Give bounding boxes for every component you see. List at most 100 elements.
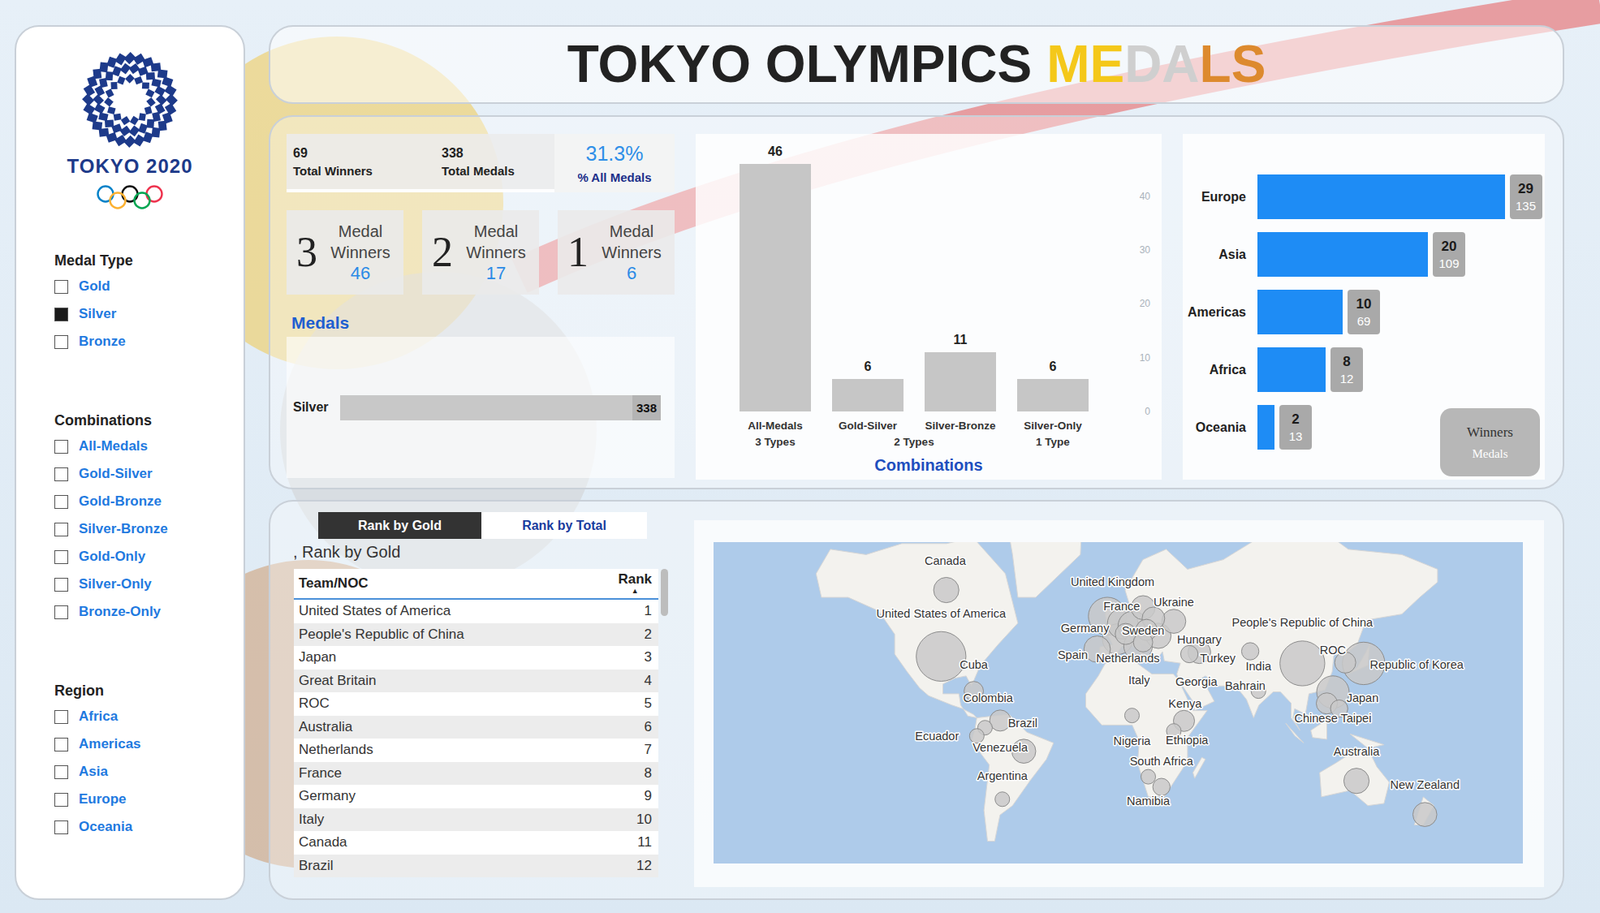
checkbox[interactable] [54,335,69,350]
winner-text: Medal Winners46 [320,220,401,285]
map-bubble[interactable] [1241,642,1259,660]
map-label: ROC [1319,643,1346,657]
region-bar[interactable] [1257,405,1275,450]
scrollbar[interactable] [660,569,670,876]
option-label: Africa [78,708,118,725]
map-bubble[interactable] [1412,802,1437,828]
checkbox[interactable] [54,522,69,537]
region-bar[interactable] [1257,232,1428,277]
combination-bar[interactable] [832,379,904,412]
table-row[interactable]: United States of America1 [293,599,659,624]
rank-tab[interactable]: Rank by Gold [318,512,482,540]
legend-item: Winners [1466,424,1514,441]
map-label: United Kingdom [1070,575,1155,589]
checkbox[interactable] [54,307,69,322]
filter-option[interactable]: Silver [54,300,244,328]
checkbox[interactable] [54,765,69,780]
combination-bar[interactable] [739,163,811,412]
team-cell: France [298,765,342,782]
region-row[interactable]: Americas1069 [1185,289,1545,335]
map-bubble[interactable] [916,631,967,682]
combination-bar[interactable] [1017,379,1089,412]
map-bubble[interactable] [1152,778,1170,796]
medal-row[interactable]: Silver338 [293,395,675,421]
winner-cards: 3Medal Winners462Medal Winners171Medal W… [286,210,675,295]
checkbox[interactable] [54,820,69,835]
table-row[interactable]: France8 [293,762,659,786]
checkbox[interactable] [54,737,69,752]
region-bar[interactable] [1257,174,1506,220]
filter-option[interactable]: Gold [54,272,244,301]
map-label: Australia [1333,745,1381,759]
map-bubble[interactable] [1180,645,1198,663]
column-header[interactable]: Team/NOC [298,575,369,592]
map-bubble[interactable] [1280,641,1325,686]
filter-option[interactable]: All-Medals [54,432,244,461]
checkbox[interactable] [54,710,69,725]
filter-option[interactable]: Bronze-Only [54,598,244,626]
y-tick: 0 [1144,405,1151,419]
table-row[interactable]: Brazil12 [293,854,659,879]
filter-option[interactable]: Gold-Silver [54,460,244,488]
map-bubble[interactable] [995,792,1010,807]
title-part: ME [1046,35,1125,93]
region-label: Americas [1185,305,1247,320]
bar-column: 46 [728,142,822,412]
checkbox[interactable] [54,550,69,565]
rank-tab[interactable]: Rank by Total [481,512,647,540]
scroll-thumb[interactable] [660,569,669,617]
table-row[interactable]: Italy10 [293,808,659,833]
filter-option[interactable]: Africa [54,702,244,731]
world-map[interactable]: CanadaUnited KingdomUnited States of Ame… [713,542,1523,864]
checkbox[interactable] [54,577,69,592]
option-label: Silver-Bronze [78,521,169,538]
map-bubble[interactable] [933,577,959,603]
map-label: South Africa [1129,754,1195,768]
table-row[interactable]: People's Republic of China2 [293,623,659,647]
checkbox[interactable] [54,467,69,482]
table-row[interactable]: Canada11 [293,831,659,855]
filter-option[interactable]: Silver-Only [54,570,244,599]
badge-medals: 69 [1357,314,1372,328]
option-label: Silver-Only [78,576,152,593]
filter-option[interactable]: Asia [54,758,244,786]
map-bubble[interactable] [1343,768,1369,794]
table-row[interactable]: ROC5 [293,692,659,716]
filter-option[interactable]: Americas [54,730,244,759]
checkbox[interactable] [54,439,69,454]
checkbox[interactable] [54,495,69,509]
table-row[interactable]: Great Britain4 [293,669,659,694]
filter-option[interactable]: Europe [54,785,244,814]
table-wrap: Team/NOC Rank▲ United States of America1Pe… [286,569,674,878]
region-bar[interactable] [1257,289,1343,335]
winner-digit: 3 [296,231,321,274]
map-bubble[interactable] [1161,609,1186,634]
legend[interactable]: WinnersMedals [1440,408,1540,477]
filter-option[interactable]: Silver-Bronze [54,515,244,544]
table-row[interactable]: Australia6 [293,715,659,740]
map-bubble[interactable] [1124,708,1139,724]
column-header[interactable]: Rank▲ [617,572,652,596]
medal-bar[interactable] [340,395,633,421]
filter-option[interactable]: Gold-Only [54,543,244,571]
checkbox[interactable] [54,605,69,620]
table-row[interactable]: Japan3 [293,646,659,670]
region-row[interactable]: Europe29135 [1185,174,1545,220]
rank-cell: 11 [637,834,652,851]
kpi-label: Total Medals [441,163,555,178]
checkbox[interactable] [54,793,69,807]
summary-column: 69Total Winners338Total Medals31.3%% All… [286,133,675,480]
table-row[interactable]: Netherlands7 [293,738,659,763]
filter-option[interactable]: Bronze [54,327,244,356]
table-row[interactable]: Germany9 [293,784,659,809]
filter-option[interactable]: Gold-Bronze [54,487,244,516]
combination-bar[interactable] [924,352,997,412]
map-label: Ethiopia [1165,733,1209,747]
region-bar[interactable] [1257,347,1326,393]
filter-option[interactable]: Oceania [54,813,244,841]
bar-value: 46 [767,142,783,161]
checkbox[interactable] [54,280,69,294]
region-row[interactable]: Africa812 [1185,347,1545,393]
region-row[interactable]: Asia20109 [1185,232,1545,277]
map-bubble[interactable] [1141,769,1156,785]
